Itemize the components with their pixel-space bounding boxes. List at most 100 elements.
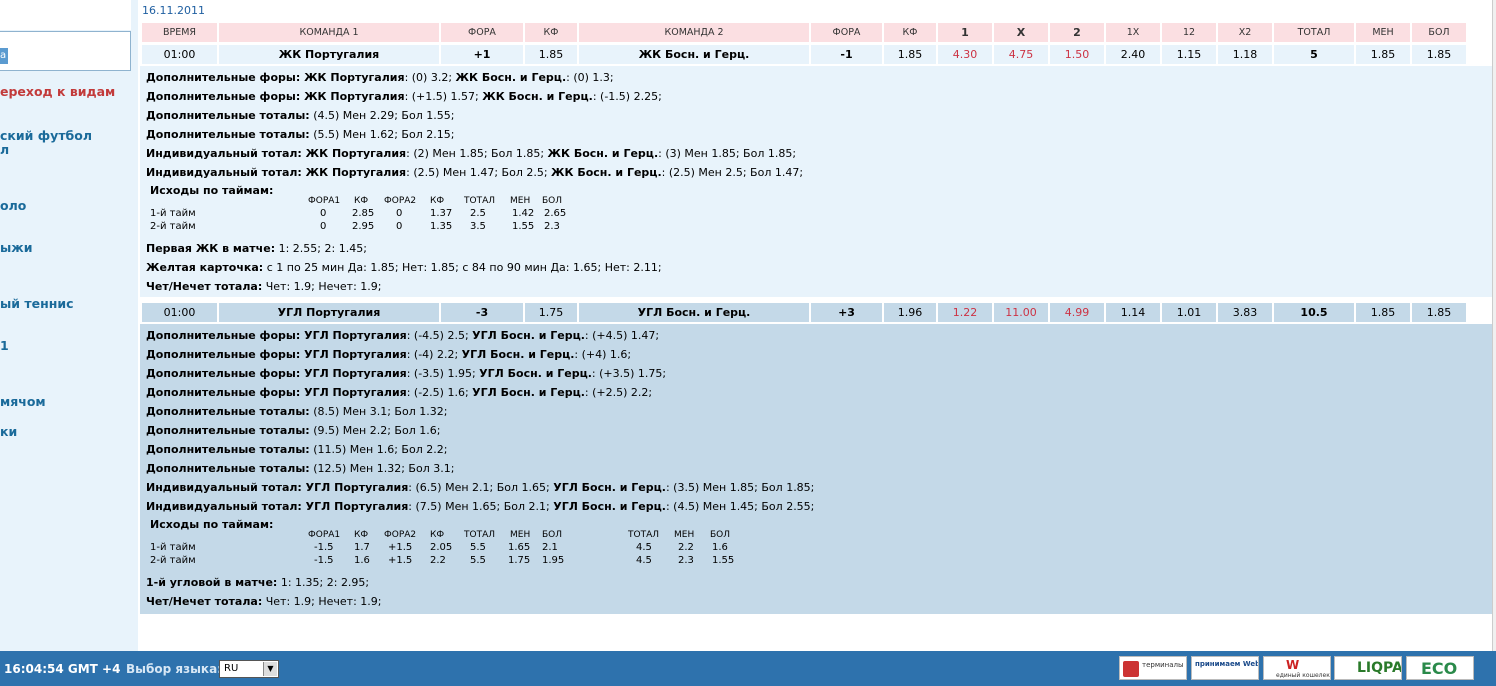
odds-cell[interactable]: 1.15 — [1162, 45, 1216, 64]
market-odds[interactable]: : (7.5) Мен 1.65; Бол 2.1; — [408, 500, 553, 513]
column-header: 2 — [1050, 23, 1104, 42]
market-odds[interactable]: (5.5) Мен 1.62; Бол 2.15; — [310, 128, 454, 141]
odds-cell[interactable]: +3 — [811, 303, 882, 322]
sidebar-search-button[interactable]: а — [0, 48, 8, 64]
odds-cell[interactable]: 1.85 — [1412, 45, 1466, 64]
market-odds[interactable]: : (-4) 2.2; — [407, 348, 462, 361]
chevron-down-icon[interactable]: ▼ — [263, 662, 277, 676]
sidebar-item-polo[interactable]: оло — [0, 198, 26, 213]
odds-cell[interactable]: 1.50 — [1050, 45, 1104, 64]
odds-cell[interactable]: -1 — [811, 45, 882, 64]
odds-cell[interactable]: 5 — [1274, 45, 1354, 64]
sidebar-item-sports-nav[interactable]: ереход к видам — [0, 84, 115, 99]
market-odds[interactable]: (12.5) Мен 1.32; Бол 3.1; — [310, 462, 454, 475]
odds-cell[interactable]: 2.40 — [1106, 45, 1160, 64]
sidebar-item-football[interactable]: ский футбол — [0, 128, 92, 143]
market-line: Первая ЖК в матче: 1: 2.55; 2: 1.45; — [146, 242, 367, 255]
market-odds[interactable]: : (2.5) Мен 1.47; Бол 2.5; — [406, 166, 551, 179]
halves-value: 1.55 — [512, 221, 535, 232]
clock: 16:04:54 GMT +4 — [4, 662, 121, 676]
column-header: X — [994, 23, 1048, 42]
market-odds[interactable]: (11.5) Мен 1.6; Бол 2.2; — [310, 443, 447, 456]
liqpay-badge[interactable]: LIQPAY — [1334, 656, 1402, 680]
odds-cell[interactable]: 1.85 — [525, 45, 577, 64]
halves-value: 2.2 — [678, 542, 694, 553]
halves-column-header: МЕН — [510, 530, 531, 540]
sidebar-item-skiing[interactable]: ыжи — [0, 240, 33, 255]
odds-cell[interactable]: 1.85 — [884, 45, 936, 64]
market-odds[interactable]: с 1 по 25 мин Да: 1.85; Нет: 1.85; с 84 … — [263, 261, 662, 274]
market-odds[interactable]: (9.5) Мен 2.2; Бол 1.6; — [310, 424, 440, 437]
odds-cell[interactable]: 10.5 — [1274, 303, 1354, 322]
odds-cell[interactable]: 1.85 — [1412, 303, 1466, 322]
odds-cell[interactable]: 1.14 — [1106, 303, 1160, 322]
odds-cell[interactable]: ЖК Босн. и Герц. — [579, 45, 809, 64]
odds-cell[interactable]: 1.85 — [1356, 45, 1410, 64]
market-label: 1-й угловой в матче: — [146, 576, 278, 589]
webmoney-badge[interactable]: принимаем WebMoney — [1191, 656, 1259, 680]
odds-cell[interactable]: 1.75 — [525, 303, 577, 322]
halves-value: 0 — [320, 221, 327, 232]
halves-column-header: КФ — [430, 196, 445, 206]
odds-cell[interactable]: 11.00 — [994, 303, 1048, 322]
market-odds[interactable]: : (3.5) Мен 1.85; Бол 1.85; — [666, 481, 814, 494]
market-odds[interactable]: 1: 1.35; 2: 2.95; — [277, 576, 369, 589]
odds-cell[interactable]: 1.85 — [1356, 303, 1410, 322]
market-odds[interactable]: : (-2.5) 1.6; — [407, 386, 472, 399]
terminal-icon — [1123, 661, 1139, 677]
sidebar-item-tennis[interactable]: ый теннис — [0, 296, 74, 311]
sidebar-item-ball[interactable]: мячом — [0, 394, 46, 409]
odds-cell[interactable]: 1.18 — [1218, 45, 1272, 64]
market-odds[interactable]: (4.5) Мен 2.29; Бол 1.55; — [310, 109, 454, 122]
market-odds[interactable]: : (0) 1.3; — [566, 71, 613, 84]
market-odds[interactable]: 1: 2.55; 2: 1.45; — [275, 242, 367, 255]
odds-cell[interactable]: 4.30 — [938, 45, 992, 64]
sidebar-item-f1[interactable]: 1 — [0, 338, 9, 353]
language-select[interactable]: RU ▼ — [219, 660, 279, 678]
scrollbar[interactable] — [1492, 0, 1496, 651]
sidebar-item-ki[interactable]: ки — [0, 424, 17, 439]
market-odds[interactable]: : (4.5) Мен 1.45; Бол 2.55; — [666, 500, 814, 513]
market-odds[interactable]: : (+4.5) 1.47; — [585, 329, 659, 342]
odds-cell[interactable]: 3.83 — [1218, 303, 1272, 322]
market-line: Дополнительные форы: УГЛ Португалия: (-4… — [146, 329, 659, 342]
sidebar-search-box[interactable] — [0, 31, 131, 71]
event-cell: -3 — [441, 303, 523, 322]
column-header: ФОРА — [811, 23, 882, 42]
odds-cell[interactable]: 1.22 — [938, 303, 992, 322]
market-odds[interactable]: : (-1.5) 2.25; — [593, 90, 662, 103]
market-odds[interactable]: : (+4) 1.6; — [574, 348, 631, 361]
market-label: Индивидуальный тотал: ЖК Португалия — [146, 147, 407, 160]
event-row[interactable]: 01:00 УГЛ Португалия -3 1.75 УГЛ Босн. и Гер… — [140, 303, 1468, 322]
sidebar-item-football-2[interactable]: л — [0, 142, 9, 157]
market-odds[interactable]: : (2.5) Мен 2.5; Бол 1.47; — [662, 166, 803, 179]
halves-value: 3.5 — [470, 221, 486, 232]
halves-column-header: КФ — [430, 530, 445, 540]
market-odds[interactable]: (8.5) Мен 3.1; Бол 1.32; — [310, 405, 447, 418]
market-odds[interactable]: : (2) Мен 1.85; Бол 1.85; — [406, 147, 547, 160]
w1-badge[interactable]: W единый кошелек — [1263, 656, 1331, 680]
eco-badge-text: ECO — [1421, 659, 1458, 678]
market-odds[interactable]: : (6.5) Мен 2.1; Бол 1.65; — [408, 481, 553, 494]
halves-column-header: ФОРА1 — [308, 196, 341, 206]
market-odds[interactable]: : (+1.5) 1.57; — [405, 90, 483, 103]
odds-cell[interactable]: 1.01 — [1162, 303, 1216, 322]
terminals-badge[interactable]: терминалы России — [1119, 656, 1187, 680]
market-odds[interactable]: : (+3.5) 1.75; — [592, 367, 666, 380]
market-odds[interactable]: Чет: 1.9; Нечет: 1.9; — [262, 595, 382, 608]
market-odds[interactable]: : (3) Мен 1.85; Бол 1.85; — [658, 147, 796, 160]
market-odds[interactable]: Чет: 1.9; Нечет: 1.9; — [262, 280, 382, 293]
market-odds[interactable]: : (+2.5) 2.2; — [585, 386, 652, 399]
market-odds[interactable]: : (-3.5) 1.95; — [407, 367, 479, 380]
market-label: Дополнительные тоталы: — [146, 462, 310, 475]
event-row[interactable]: 01:00 ЖК Португалия +1 1.85 ЖК Босн. и Герц.… — [140, 45, 1468, 64]
market-label: ЖК Босн. и Герц. — [455, 71, 567, 84]
odds-cell[interactable]: УГЛ Босн. и Герц. — [579, 303, 809, 322]
halves-value: -1.5 — [314, 542, 334, 553]
eco-badge[interactable]: ECO — [1406, 656, 1474, 680]
market-odds[interactable]: : (0) 3.2; — [405, 71, 456, 84]
odds-cell[interactable]: 1.96 — [884, 303, 936, 322]
odds-cell[interactable]: 4.99 — [1050, 303, 1104, 322]
market-odds[interactable]: : (-4.5) 2.5; — [407, 329, 472, 342]
odds-cell[interactable]: 4.75 — [994, 45, 1048, 64]
